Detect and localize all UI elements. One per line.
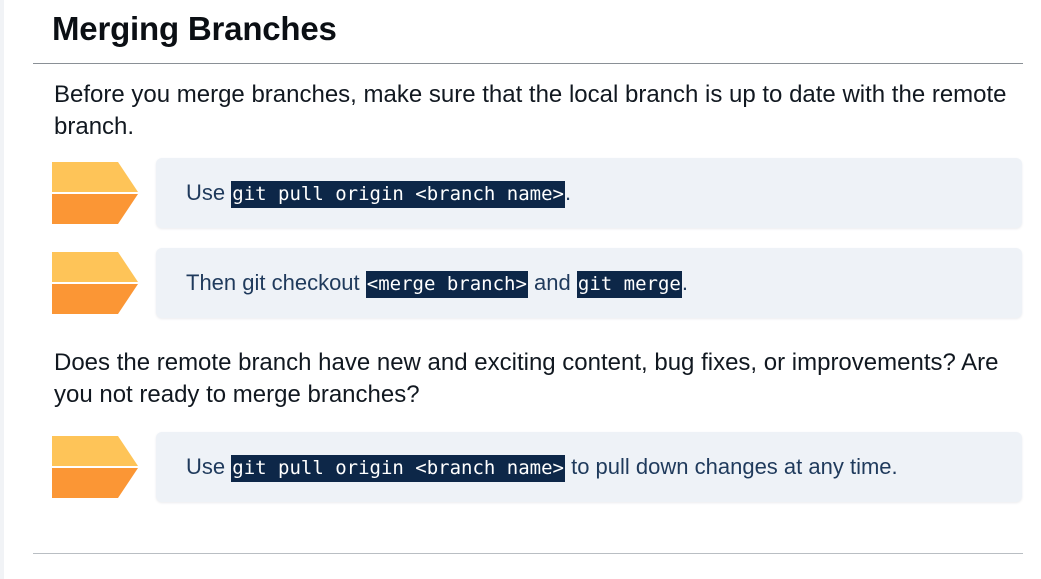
chevron-arrow-icon bbox=[52, 436, 138, 498]
step-suffix: to pull down changes at any time. bbox=[564, 454, 898, 479]
step-middle: and bbox=[527, 270, 577, 295]
step-text: Use git pull origin <branch name>. bbox=[186, 178, 571, 209]
chevron-arrow-icon bbox=[52, 252, 138, 314]
step-card: Use git pull origin <branch name> to pul… bbox=[156, 432, 1022, 502]
step-card: Use git pull origin <branch name>. bbox=[156, 158, 1022, 228]
step-prefix: Use bbox=[186, 180, 232, 205]
step-text: Then git checkout <merge branch> and git… bbox=[186, 268, 688, 299]
footer-divider bbox=[33, 553, 1023, 554]
step-row: Use git pull origin <branch name>. bbox=[52, 158, 1022, 228]
step-prefix: Then git checkout bbox=[186, 270, 366, 295]
intro-paragraph: Before you merge branches, make sure tha… bbox=[54, 81, 1007, 140]
step-suffix: . bbox=[681, 270, 688, 295]
step-suffix: . bbox=[564, 180, 572, 205]
step-card: Then git checkout <merge branch> and git… bbox=[156, 248, 1022, 318]
code-snippet: git pull origin <branch name> bbox=[231, 181, 565, 208]
slide: Merging Branches Before you merge branch… bbox=[0, 0, 1041, 579]
code-snippet: git merge bbox=[576, 271, 682, 298]
step-row: Use git pull origin <branch name> to pul… bbox=[52, 432, 1022, 502]
slide-title: Merging Branches bbox=[52, 10, 337, 47]
step-row: Then git checkout <merge branch> and git… bbox=[52, 248, 1022, 318]
question-paragraph: Does the remote branch have new and exci… bbox=[54, 349, 999, 408]
title-divider bbox=[33, 63, 1023, 64]
chevron-arrow-icon bbox=[52, 162, 138, 224]
step-text: Use git pull origin <branch name> to pul… bbox=[186, 452, 898, 483]
code-snippet: git pull origin <branch name> bbox=[231, 455, 565, 482]
left-edge-strip bbox=[0, 0, 4, 579]
step-prefix: Use bbox=[186, 454, 232, 479]
code-snippet: <merge branch> bbox=[365, 271, 528, 298]
